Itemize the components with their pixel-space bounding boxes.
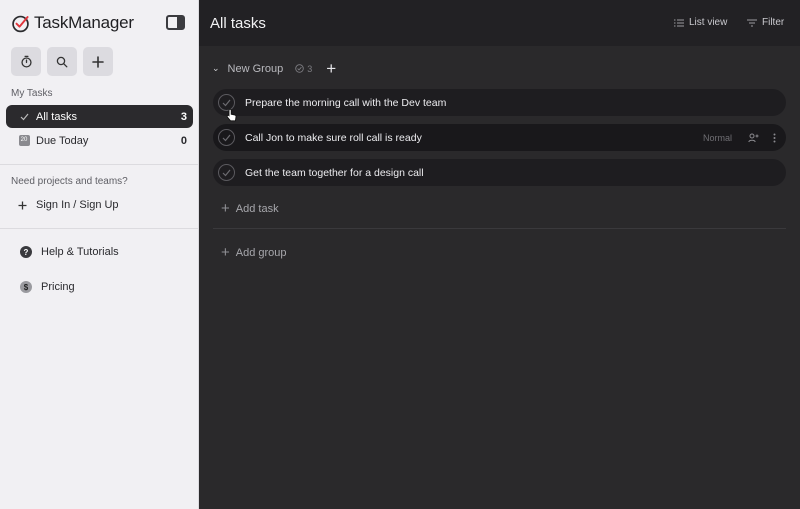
add-task-label: Add task [235, 202, 279, 215]
sidebar-divider [0, 164, 199, 165]
group-divider [213, 228, 786, 229]
add-group-label: Add group [235, 246, 287, 259]
sidebar-toggle-icon[interactable] [166, 15, 185, 30]
main-panel: All tasks List view Filter ⌄ New Group 3… [199, 0, 800, 509]
sign-in-label: Sign In / Sign Up [36, 199, 119, 211]
section-my-tasks: My Tasks [11, 88, 53, 99]
plus-icon: + [221, 244, 230, 261]
task-actions [748, 133, 776, 143]
sign-in-link[interactable]: Sign In / Sign Up [18, 199, 119, 211]
assign-icon[interactable] [748, 133, 759, 143]
check-icon [222, 169, 231, 176]
timer-button[interactable] [11, 47, 41, 76]
group-header: ⌄ New Group 3 + [212, 60, 336, 77]
task-checkbox[interactable] [218, 164, 235, 181]
pointer-cursor-icon [226, 108, 237, 122]
sidebar: TaskManager My Tasks All tasks 3 20 Due … [0, 0, 199, 509]
sidebar-item-count: 3 [180, 110, 187, 123]
toolbar [11, 47, 113, 76]
sidebar-item-label: All tasks [36, 110, 77, 123]
app-logo[interactable]: TaskManager [11, 13, 134, 33]
task-row[interactable]: Prepare the morning call with the Dev te… [213, 89, 786, 116]
task-title: Call Jon to make sure roll call is ready [245, 131, 422, 144]
task-row[interactable]: Get the team together for a design call [213, 159, 786, 186]
group-count: 3 [295, 64, 312, 74]
logo-check-icon [12, 15, 29, 32]
list-view-button[interactable]: List view [674, 17, 727, 28]
task-checkbox[interactable] [218, 129, 235, 146]
search-icon [56, 56, 68, 67]
app-name: TaskManager [34, 13, 134, 32]
help-icon: ? [20, 246, 32, 258]
list-icon [674, 19, 684, 26]
pricing-label: Pricing [41, 281, 75, 293]
help-link[interactable]: ? Help & Tutorials [20, 246, 119, 258]
chevron-down-icon[interactable]: ⌄ [212, 63, 220, 74]
check-icon [295, 64, 304, 73]
filter-icon [747, 19, 757, 26]
sidebar-divider [0, 228, 199, 229]
filter-button[interactable]: Filter [747, 17, 784, 28]
teams-prompt: Need projects and teams? [11, 176, 128, 187]
page-title: All tasks [210, 15, 266, 32]
sidebar-item-count: 0 [180, 134, 187, 147]
task-title: Get the team together for a design call [245, 166, 424, 179]
help-label: Help & Tutorials [41, 246, 119, 258]
calendar-date: 20 [18, 135, 30, 146]
list-view-label: List view [689, 17, 728, 28]
task-title: Prepare the morning call with the Dev te… [245, 96, 447, 109]
task-row[interactable]: Call Jon to make sure roll call is ready… [213, 124, 786, 151]
check-icon [222, 99, 231, 106]
add-task-button[interactable]: + Add task [221, 201, 279, 216]
add-to-group-button[interactable]: + [326, 60, 336, 77]
search-button[interactable] [47, 47, 77, 76]
add-group-button[interactable]: + Add group [221, 245, 287, 260]
timer-icon [20, 55, 32, 68]
top-bar: All tasks List view Filter [199, 0, 800, 46]
plus-icon: + [221, 200, 230, 217]
dollar-icon: $ [20, 281, 32, 293]
filter-label: Filter [762, 17, 785, 28]
sidebar-item-all-tasks[interactable]: All tasks 3 [6, 105, 193, 128]
sidebar-item-due-today[interactable]: 20 Due Today 0 [6, 129, 193, 152]
plus-icon [92, 55, 104, 68]
calendar-icon: 20 [18, 135, 30, 146]
plus-icon [18, 201, 27, 209]
group-name[interactable]: New Group [228, 63, 284, 75]
group-count-value: 3 [307, 63, 313, 74]
pricing-link[interactable]: $ Pricing [20, 281, 75, 293]
task-priority[interactable]: Normal [703, 133, 732, 143]
check-icon [18, 113, 30, 121]
sidebar-item-label: Due Today [36, 134, 89, 147]
check-icon [222, 134, 231, 141]
more-icon[interactable] [773, 133, 776, 143]
add-button[interactable] [83, 47, 113, 76]
